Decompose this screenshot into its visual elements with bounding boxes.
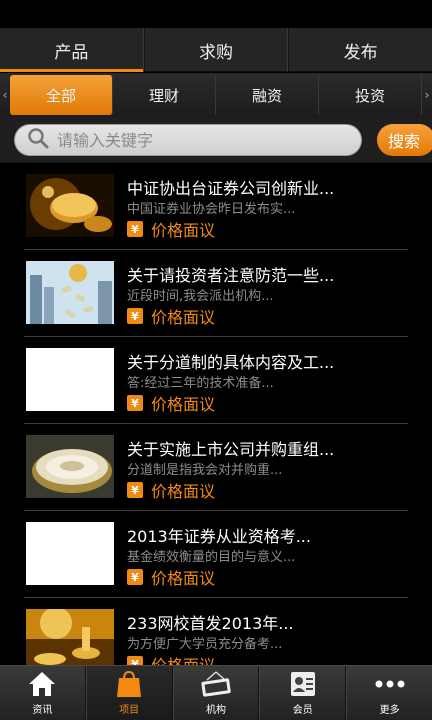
money-city-image [26, 261, 114, 324]
yen-icon: ¥ [127, 656, 143, 665]
item-description: 中国证券业协会昨日发布实... [127, 202, 296, 217]
search-button[interactable]: 搜索 [377, 124, 432, 156]
item-price: ¥ 价格面议 [127, 391, 215, 415]
gold-coins-image [26, 174, 114, 237]
search-input[interactable] [57, 130, 337, 150]
tab-wanted[interactable]: 求购 [143, 28, 289, 72]
shopping-bag-icon [114, 669, 144, 699]
list-item[interactable]: 233网校首发2013年... 为方便广大学员充分备考... ¥ 价格面议 [24, 598, 408, 665]
gold-hourglass-image [26, 609, 114, 665]
price-label: 价格面议 [151, 652, 215, 665]
nav-label: 会员 [292, 705, 313, 716]
nav-label: 机构 [205, 705, 226, 716]
item-price: ¥ 价格面议 [127, 304, 215, 328]
item-description: 为方便广大学员充分备考... [127, 637, 283, 652]
list-item[interactable]: 关于请投资者注意防范一些... 近段时间,我会派出机构... ¥ 价格面议 [24, 250, 408, 337]
item-title: 233网校首发2013年... [127, 614, 294, 633]
yen-icon: ¥ [127, 569, 143, 585]
blank-image [26, 522, 114, 585]
item-description: 答:经过三年的技术准备... [127, 376, 274, 391]
nav-members[interactable]: 会员 [259, 666, 347, 720]
top-tab-bar: 产品 求购 发布 [0, 28, 432, 72]
tab-publish[interactable]: 发布 [288, 28, 432, 72]
item-description: 近段时间,我会派出机构... [127, 289, 274, 304]
item-title: 2013年证券从业资格考... [127, 527, 311, 546]
category-financing[interactable]: 融资 [216, 75, 319, 115]
tab-products[interactable]: 产品 [0, 28, 144, 72]
item-price: ¥ 价格面议 [127, 217, 215, 241]
yen-icon: ¥ [127, 482, 143, 498]
category-all[interactable]: 全部 [10, 75, 113, 115]
coin-closeup-image [26, 435, 114, 498]
nav-more[interactable]: 更多 [346, 666, 432, 720]
price-label: 价格面议 [151, 221, 216, 240]
list-item[interactable]: 中证协出台证券公司创新业... 中国证券业协会昨日发布实... ¥ 价格面议 [24, 163, 408, 250]
nav-projects[interactable]: 项目 [85, 666, 173, 720]
item-title: 关于实施上市公司并购重组... [127, 440, 335, 459]
item-title: 关于分道制的具体内容及工... [127, 353, 335, 372]
nav-label: 项目 [119, 705, 140, 716]
blank-image [26, 348, 114, 411]
category-finance[interactable]: 理财 [113, 75, 216, 115]
price-label: 价格面议 [151, 308, 216, 327]
list-item[interactable]: 关于实施上市公司并购重组... 分道制是指我会对并购重... ¥ 价格面议 [24, 424, 408, 511]
nav-news[interactable]: 资讯 [0, 666, 86, 720]
item-description: 分道制是指我会对并购重... [127, 463, 283, 478]
search-icon [27, 127, 49, 153]
yen-icon: ¥ [127, 395, 143, 411]
bottom-nav: 资讯 项目 机构 会员 更多 [0, 665, 432, 720]
yen-icon: ¥ [127, 308, 143, 324]
item-list: 中证协出台证券公司创新业... 中国证券业协会昨日发布实... ¥ 价格面议 关… [0, 163, 432, 665]
home-icon [27, 669, 57, 699]
status-bar [0, 0, 432, 28]
search-box[interactable] [14, 124, 362, 156]
item-title: 中证协出台证券公司创新业... [127, 179, 335, 198]
list-item[interactable]: 2013年证券从业资格考... 基金绩效衡量的目的与意义... ¥ 价格面议 [24, 511, 408, 598]
member-card-icon [288, 669, 318, 699]
price-label: 价格面议 [151, 569, 216, 588]
chevron-left-icon[interactable]: ‹ [0, 88, 10, 102]
yen-icon: ¥ [127, 221, 143, 237]
item-description: 基金绩效衡量的目的与意义... [127, 550, 296, 565]
nav-institutions[interactable]: 机构 [172, 666, 260, 720]
nav-label: 更多 [379, 705, 400, 716]
category-bar: ‹ 全部 理财 融资 投资 › [0, 73, 432, 117]
open-sign-icon [199, 669, 233, 699]
price-label: 价格面议 [151, 482, 216, 501]
item-title: 关于请投资者注意防范一些... [127, 266, 335, 285]
list-item[interactable]: 关于分道制的具体内容及工... 答:经过三年的技术准备... ¥ 价格面议 [24, 337, 408, 424]
item-price: ¥ 价格面议 [127, 478, 215, 502]
price-label: 价格面议 [151, 395, 216, 414]
search-bar: 搜索 [0, 117, 432, 163]
item-price: ¥ 价格面议 [127, 652, 215, 665]
nav-label: 资讯 [32, 705, 53, 716]
more-dots-icon [373, 669, 407, 699]
chevron-right-icon[interactable]: › [422, 88, 432, 102]
category-investment[interactable]: 投资 [319, 75, 422, 115]
item-price: ¥ 价格面议 [127, 565, 215, 589]
